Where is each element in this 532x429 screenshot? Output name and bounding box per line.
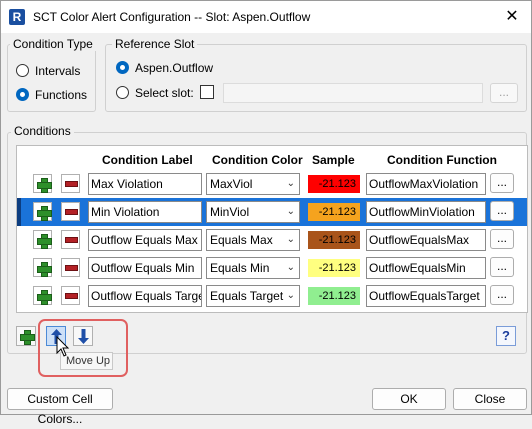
condition-label-field[interactable]: Min Violation (88, 201, 202, 223)
condition-function-field[interactable]: OutflowMinViolation (366, 201, 486, 223)
reference-slot-title: Reference Slot (112, 37, 198, 51)
add-condition-button[interactable] (16, 326, 36, 346)
table-row[interactable]: Outflow Equals Min Equals Min ⌄ -21.123 O… (17, 254, 527, 282)
radio-intervals[interactable] (16, 64, 29, 77)
add-row-button[interactable] (33, 258, 52, 277)
condition-color-select[interactable]: Equals Min ⌄ (206, 257, 300, 279)
condition-function-field[interactable]: OutflowEqualsMax (366, 229, 486, 251)
app-icon: R (9, 9, 25, 25)
condition-function-field[interactable]: OutflowEqualsTarget (366, 285, 486, 307)
add-row-button[interactable] (33, 202, 52, 221)
header-condition-label: Condition Label (102, 153, 193, 167)
table-row-selected[interactable]: Min Violation MinViol ⌄ -21.123 OutflowMi… (17, 198, 527, 226)
sample-swatch: -21.123 (308, 203, 360, 221)
slot-browse-button[interactable]: ... (490, 83, 518, 103)
function-browse-button[interactable]: ... (490, 201, 514, 221)
delete-row-button[interactable] (61, 174, 80, 193)
condition-color-value: Equals Max (210, 233, 273, 247)
header-condition-function: Condition Function (387, 153, 497, 167)
condition-label-field[interactable]: Max Violation (88, 173, 202, 195)
chevron-down-icon: ⌄ (286, 262, 295, 273)
title-bar: R SCT Color Alert Configuration -- Slot:… (1, 1, 531, 33)
radio-select-slot[interactable] (116, 86, 129, 99)
condition-type-title: Condition Type (10, 37, 96, 51)
sample-swatch: -21.123 (308, 287, 360, 305)
slot-icon-box[interactable] (200, 85, 214, 99)
condition-color-value: MinViol (210, 205, 250, 219)
condition-label-field[interactable]: Outflow Equals Target (88, 285, 202, 307)
condition-color-value: Equals Target (210, 289, 284, 303)
delete-row-button[interactable] (61, 286, 80, 305)
minus-icon (65, 293, 78, 299)
condition-color-select[interactable]: MaxViol ⌄ (206, 173, 300, 195)
add-row-button[interactable] (33, 230, 52, 249)
function-browse-button[interactable]: ... (490, 173, 514, 193)
sample-swatch: -21.123 (308, 231, 360, 249)
minus-icon (65, 237, 78, 243)
conditions-table: Condition Label Condition Color Sample C… (16, 145, 528, 313)
minus-icon (65, 181, 78, 187)
header-sample: Sample (312, 153, 355, 167)
radio-aspen-outflow[interactable] (116, 61, 129, 74)
table-row[interactable]: Outflow Equals Max Equals Max ⌄ -21.123 O… (17, 226, 527, 254)
table-row[interactable]: Max Violation MaxViol ⌄ -21.123 OutflowMa… (17, 170, 527, 198)
dialog-window: R SCT Color Alert Configuration -- Slot:… (0, 0, 532, 426)
radio-functions-label[interactable]: Functions (35, 88, 87, 102)
condition-color-value: Equals Min (210, 261, 270, 275)
delete-row-button[interactable] (61, 258, 80, 277)
selection-edge (17, 198, 21, 226)
function-browse-button[interactable]: ... (490, 257, 514, 277)
condition-color-value: MaxViol (210, 177, 253, 191)
radio-intervals-label[interactable]: Intervals (35, 64, 80, 78)
condition-color-select[interactable]: Equals Max ⌄ (206, 229, 300, 251)
plus-icon (20, 330, 35, 345)
function-browse-button[interactable]: ... (490, 285, 514, 305)
radio-select-slot-label[interactable]: Select slot: (135, 86, 194, 100)
chevron-down-icon: ⌄ (286, 290, 295, 301)
add-row-button[interactable] (33, 174, 52, 193)
help-button[interactable]: ? (496, 326, 516, 346)
sample-swatch: -21.123 (308, 259, 360, 277)
radio-aspen-outflow-label[interactable]: Aspen.Outflow (135, 61, 213, 75)
mouse-cursor-icon (56, 336, 70, 357)
window-title: SCT Color Alert Configuration -- Slot: A… (33, 10, 311, 24)
plus-icon (37, 290, 52, 305)
chevron-down-icon: ⌄ (286, 206, 295, 217)
slot-path-field (223, 83, 483, 103)
plus-icon (37, 178, 52, 193)
function-browse-button[interactable]: ... (490, 229, 514, 249)
close-button[interactable]: Close (453, 388, 527, 410)
condition-color-select[interactable]: MinViol ⌄ (206, 201, 300, 223)
delete-row-button[interactable] (61, 230, 80, 249)
minus-icon (65, 209, 78, 215)
header-condition-color: Condition Color (212, 153, 303, 167)
condition-function-field[interactable]: OutflowMaxViolation (366, 173, 486, 195)
chevron-down-icon: ⌄ (286, 234, 295, 245)
delete-row-button[interactable] (61, 202, 80, 221)
ok-button[interactable]: OK (372, 388, 446, 410)
table-row[interactable]: Outflow Equals Target Equals Target ⌄ -21… (17, 282, 527, 310)
condition-label-field[interactable]: Outflow Equals Max (88, 229, 202, 251)
add-row-button[interactable] (33, 286, 52, 305)
conditions-title: Conditions (11, 124, 74, 138)
condition-function-field[interactable]: OutflowEqualsMin (366, 257, 486, 279)
close-window-icon[interactable]: ✕ (501, 6, 523, 28)
plus-icon (37, 206, 52, 221)
condition-color-select[interactable]: Equals Target ⌄ (206, 285, 300, 307)
condition-label-field[interactable]: Outflow Equals Min (88, 257, 202, 279)
sample-swatch: -21.123 (308, 175, 360, 193)
minus-icon (65, 265, 78, 271)
radio-functions[interactable] (16, 88, 29, 101)
custom-cell-colors-button[interactable]: Custom Cell Colors... (7, 388, 113, 426)
chevron-down-icon: ⌄ (286, 178, 295, 189)
plus-icon (37, 262, 52, 277)
plus-icon (37, 234, 52, 249)
